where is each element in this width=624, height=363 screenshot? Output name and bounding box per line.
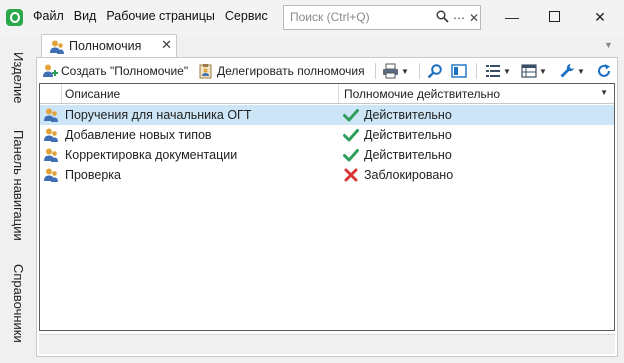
table-row[interactable]: Добавление новых типов Действительно: [40, 125, 614, 145]
sidebar-tab-references[interactable]: Справочники: [11, 264, 26, 343]
list-view-dropdown-icon[interactable]: ▼: [503, 67, 511, 76]
sidebar-tab-navigation[interactable]: Панель навигации: [11, 130, 26, 241]
clear-search-icon[interactable]: ✕: [469, 10, 479, 26]
list-view-button[interactable]: ▼: [485, 61, 511, 81]
status-bar: [39, 334, 615, 354]
header-icon-column: [40, 84, 62, 103]
delegate-authority-button[interactable]: Делегировать полномочия: [198, 61, 365, 81]
create-authority-button[interactable]: Создать "Полномочие": [42, 61, 188, 81]
search-icon[interactable]: [436, 10, 449, 27]
authority-icon: [43, 167, 59, 186]
authorities-table: Описание Полномочие действительно ▼ Пору…: [39, 83, 615, 331]
authority-icon: [43, 147, 59, 166]
row-status: Действительно: [364, 148, 452, 162]
find-button[interactable]: [427, 61, 443, 81]
check-icon: [343, 147, 359, 163]
refresh-button[interactable]: [596, 61, 612, 81]
delegate-icon: [198, 63, 214, 79]
table-settings-icon: [521, 64, 537, 78]
row-description: Корректировка документации: [65, 148, 238, 162]
table-header: Описание Полномочие действительно ▼: [40, 84, 614, 104]
list-view-icon: [486, 65, 500, 77]
preview-panel-button[interactable]: [451, 61, 467, 81]
close-tab-icon[interactable]: ✕: [161, 37, 172, 53]
app-logo-icon: [6, 9, 23, 26]
content-panel: Создать "Полномочие" Делегировать полном…: [36, 57, 618, 357]
menu-work-pages[interactable]: Рабочие страницы: [106, 9, 215, 23]
create-authority-icon: [42, 63, 58, 79]
row-description: Добавление новых типов: [65, 128, 212, 142]
printer-icon: [382, 63, 399, 79]
create-authority-label: Создать "Полномочие": [61, 64, 189, 78]
authority-icon: [43, 127, 59, 146]
row-status: Заблокировано: [364, 168, 454, 182]
tab-list-dropdown-icon[interactable]: ▼: [604, 40, 613, 50]
find-icon: [427, 64, 442, 79]
row-status: Действительно: [364, 108, 452, 122]
row-description: Проверка: [65, 168, 121, 182]
preview-panel-icon: [451, 64, 467, 78]
tools-button[interactable]: ▼: [559, 61, 585, 81]
toolbar-separator: [476, 63, 477, 79]
search-box: ⋯ ✕: [283, 5, 481, 30]
sidebar-tab-product[interactable]: Изделие: [11, 52, 26, 103]
column-header-valid-label: Полномочие действительно: [344, 87, 501, 101]
column-header-description[interactable]: Описание: [62, 84, 339, 103]
authority-icon: [49, 39, 65, 58]
more-options-icon[interactable]: ⋯: [453, 10, 466, 26]
delegate-authority-label: Делегировать полномочия: [217, 64, 365, 78]
check-icon: [343, 127, 359, 143]
toolbar: Создать "Полномочие" Делегировать полном…: [37, 58, 617, 83]
row-description: Поручения для начальника ОГТ: [65, 108, 252, 122]
check-icon: [343, 107, 359, 123]
menu-view[interactable]: Вид: [74, 9, 97, 23]
title-bar: Файл Вид Рабочие страницы Сервис ⋯ ✕ — ✕: [0, 0, 624, 36]
view-settings-dropdown-icon[interactable]: ▼: [539, 67, 547, 76]
print-button[interactable]: ▼: [382, 61, 409, 81]
minimize-button[interactable]: —: [502, 7, 522, 27]
toolbar-separator: [375, 63, 376, 79]
print-dropdown-icon[interactable]: ▼: [401, 67, 409, 76]
tab-authorities[interactable]: Полномочия ✕: [41, 34, 177, 58]
search-input[interactable]: [290, 10, 430, 24]
view-settings-button[interactable]: ▼: [521, 61, 547, 81]
table-row[interactable]: Корректировка документации Действительно: [40, 145, 614, 165]
menu-file[interactable]: Файл: [33, 9, 64, 23]
tools-dropdown-icon[interactable]: ▼: [577, 67, 585, 76]
table-row[interactable]: Проверка Заблокировано: [40, 165, 614, 185]
column-filter-dropdown-icon[interactable]: ▼: [600, 88, 608, 97]
row-status: Действительно: [364, 128, 452, 142]
tab-authorities-label: Полномочия: [69, 39, 142, 53]
toolbar-separator: [419, 63, 420, 79]
table-row[interactable]: Поручения для начальника ОГТ Действительн…: [40, 105, 614, 125]
cross-icon: [343, 167, 359, 183]
column-header-valid[interactable]: Полномочие действительно ▼: [340, 84, 614, 103]
maximize-button[interactable]: [544, 7, 564, 27]
close-window-button[interactable]: ✕: [590, 7, 610, 27]
menu-service[interactable]: Сервис: [225, 9, 268, 23]
wrench-icon: [560, 64, 574, 78]
main-menu: Файл Вид Рабочие страницы Сервис: [33, 9, 268, 23]
side-panel-tabs: Изделие Панель навигации Справочники: [0, 36, 34, 363]
authority-icon: [43, 107, 59, 126]
refresh-icon: [598, 64, 610, 77]
